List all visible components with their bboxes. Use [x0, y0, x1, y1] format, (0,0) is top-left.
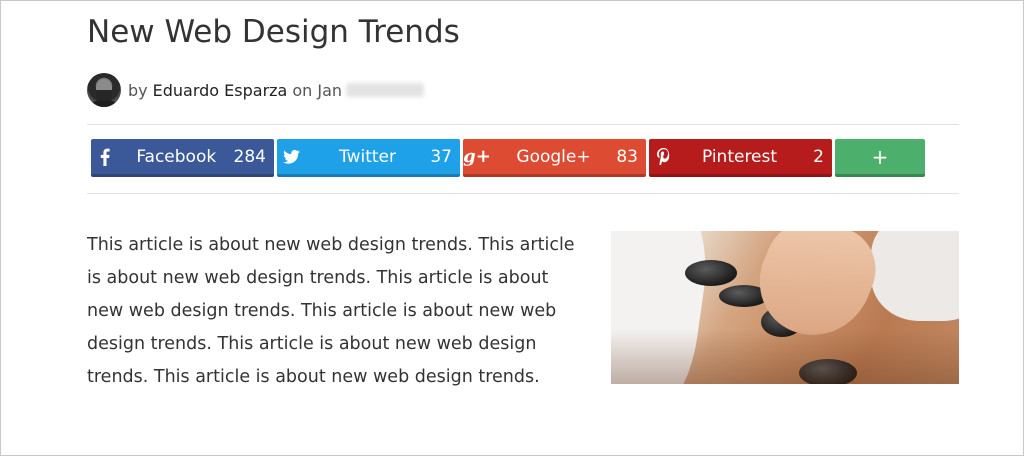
googleplus-share-button[interactable]: g+ Google+ 83	[463, 139, 646, 177]
pinterest-share-button[interactable]: Pinterest 2	[649, 139, 832, 177]
twitter-share-button[interactable]: Twitter 37	[277, 139, 460, 177]
googleplus-share-label: Google+	[516, 146, 591, 167]
divider-top	[87, 124, 959, 125]
twitter-share-label: Twitter	[339, 146, 396, 167]
author-avatar[interactable]	[87, 73, 121, 107]
article-body: This article is about new web design tre…	[87, 235, 575, 387]
byline: by Eduardo Esparza on Jan	[87, 72, 425, 108]
pinterest-p-icon	[649, 148, 677, 165]
googleplus-share-count: 83	[616, 146, 638, 167]
pinterest-share-count: 2	[813, 146, 824, 167]
author-link[interactable]: Eduardo Esparza	[153, 81, 288, 100]
article-image	[611, 231, 959, 384]
facebook-share-count: 284	[233, 146, 266, 167]
twitter-bird-icon	[277, 149, 305, 164]
divider-bottom	[87, 193, 959, 194]
plus-label: +	[871, 144, 889, 169]
facebook-share-button[interactable]: Facebook 284	[91, 139, 274, 177]
facebook-share-label: Facebook	[136, 146, 217, 167]
date-prefix: on Jan	[292, 80, 343, 100]
more-share-button[interactable]: +	[835, 139, 925, 177]
twitter-share-count: 37	[430, 146, 452, 167]
byline-prefix: by	[128, 80, 148, 100]
page-title: New Web Design Trends	[87, 14, 460, 50]
pinterest-share-label: Pinterest	[701, 146, 778, 167]
facebook-f-icon	[91, 148, 119, 166]
blurred-date	[346, 83, 425, 97]
google-plus-icon: g+	[463, 146, 491, 167]
